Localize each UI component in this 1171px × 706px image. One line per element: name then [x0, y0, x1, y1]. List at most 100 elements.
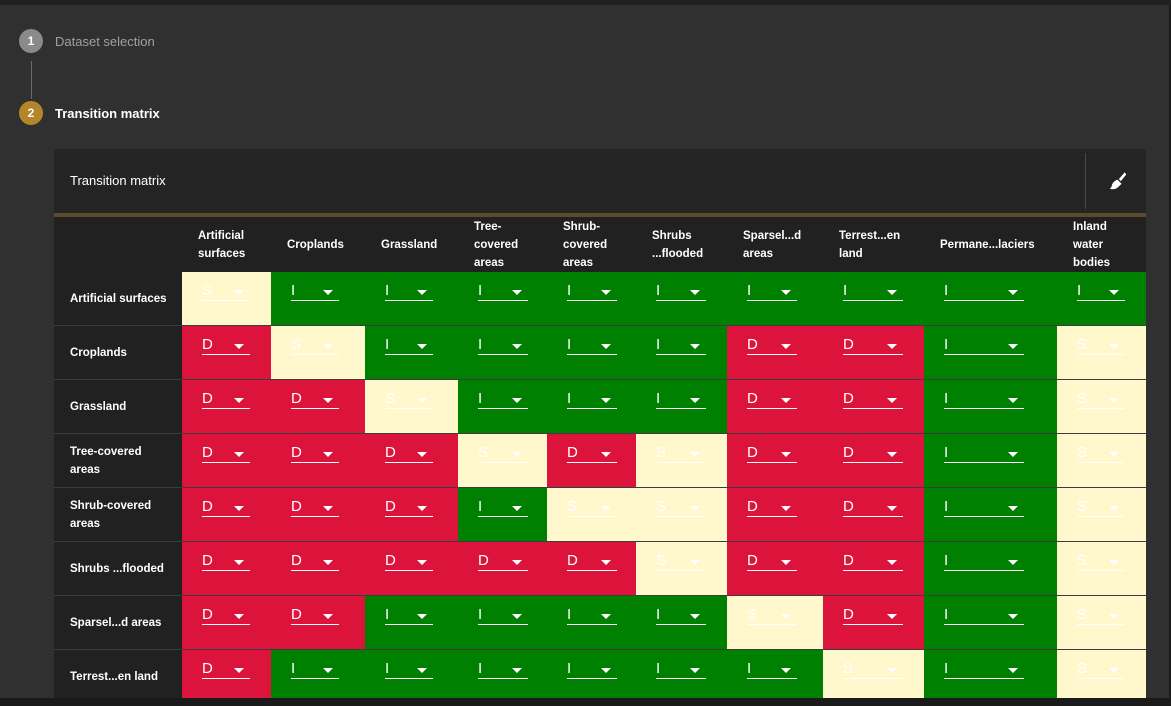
select-field[interactable]: S [656, 498, 706, 517]
clear-matrix-button[interactable] [1100, 165, 1134, 197]
transition-select[interactable]: I [636, 379, 727, 434]
transition-select[interactable]: I [547, 272, 636, 326]
transition-select[interactable]: I [271, 272, 365, 326]
select-field[interactable]: S [202, 282, 250, 301]
transition-select[interactable]: D [365, 541, 458, 596]
transition-select[interactable]: S [458, 433, 547, 488]
transition-select[interactable]: I [924, 487, 1057, 542]
transition-select[interactable]: D [365, 487, 458, 542]
select-field[interactable]: I [478, 606, 528, 625]
step-2-label[interactable]: Transition matrix [55, 106, 160, 121]
select-field[interactable]: I [291, 660, 339, 679]
transition-select[interactable]: I [636, 649, 727, 698]
select-field[interactable]: S [1077, 390, 1125, 409]
transition-select[interactable]: D [823, 541, 924, 596]
select-field[interactable]: D [385, 444, 433, 463]
select-field[interactable]: D [385, 498, 433, 517]
select-field[interactable]: I [944, 498, 1024, 517]
transition-select[interactable]: I [547, 379, 636, 434]
transition-select[interactable]: S [823, 649, 924, 698]
transition-select[interactable]: I [271, 649, 365, 698]
transition-select[interactable]: D [182, 595, 271, 650]
step-2-circle[interactable]: 2 [19, 101, 43, 125]
transition-select[interactable]: S [1057, 487, 1146, 542]
transition-select[interactable]: D [547, 433, 636, 488]
select-field[interactable]: I [944, 552, 1024, 571]
transition-select[interactable]: D [727, 487, 823, 542]
transition-select[interactable]: I [458, 595, 547, 650]
transition-select[interactable]: I [458, 379, 547, 434]
select-field[interactable]: S [656, 552, 706, 571]
select-field[interactable]: D [202, 336, 250, 355]
select-field[interactable]: I [385, 282, 433, 301]
transition-select[interactable]: D [823, 379, 924, 434]
step-1-circle[interactable]: 1 [19, 29, 43, 53]
transition-select[interactable]: S [1057, 325, 1146, 380]
transition-select[interactable]: I [636, 595, 727, 650]
select-field[interactable]: D [567, 552, 617, 571]
transition-select[interactable]: S [1057, 541, 1146, 596]
transition-select[interactable]: I [924, 649, 1057, 698]
transition-select[interactable]: I [458, 325, 547, 380]
select-field[interactable]: D [202, 606, 250, 625]
select-field[interactable]: I [291, 282, 339, 301]
select-field[interactable]: D [747, 444, 797, 463]
select-field[interactable]: I [567, 660, 617, 679]
select-field[interactable]: I [478, 282, 528, 301]
transition-select[interactable]: I [823, 272, 924, 326]
select-field[interactable]: I [567, 282, 617, 301]
select-field[interactable]: D [291, 390, 339, 409]
select-field[interactable]: I [478, 390, 528, 409]
transition-select[interactable]: S [636, 541, 727, 596]
select-field[interactable]: I [944, 282, 1024, 301]
transition-select[interactable]: I [547, 649, 636, 698]
transition-select[interactable]: S [1057, 379, 1146, 434]
select-field[interactable]: I [747, 660, 797, 679]
select-field[interactable]: I [944, 606, 1024, 625]
select-field[interactable]: S [1077, 660, 1125, 679]
select-field[interactable]: I [478, 336, 528, 355]
transition-select[interactable]: D [271, 433, 365, 488]
select-field[interactable]: D [747, 552, 797, 571]
transition-select[interactable]: D [182, 487, 271, 542]
step-1-label[interactable]: Dataset selection [55, 34, 155, 49]
transition-select[interactable]: D [547, 541, 636, 596]
select-field[interactable]: S [1077, 606, 1125, 625]
transition-select[interactable]: I [924, 272, 1057, 326]
transition-select[interactable]: I [1057, 272, 1146, 326]
select-field[interactable]: D [291, 498, 339, 517]
select-field[interactable]: I [944, 390, 1024, 409]
transition-select[interactable]: D [727, 379, 823, 434]
select-field[interactable]: S [747, 606, 797, 625]
transition-select[interactable]: D [271, 541, 365, 596]
select-field[interactable]: I [944, 336, 1024, 355]
transition-select[interactable]: I [924, 379, 1057, 434]
transition-select[interactable]: D [823, 325, 924, 380]
select-field[interactable]: I [478, 498, 528, 517]
transition-select[interactable]: S [547, 487, 636, 542]
transition-select[interactable]: D [727, 325, 823, 380]
transition-select[interactable]: S [1057, 595, 1146, 650]
select-field[interactable]: D [202, 444, 250, 463]
select-field[interactable]: D [291, 606, 339, 625]
transition-select[interactable]: D [182, 325, 271, 380]
select-field[interactable]: S [478, 444, 528, 463]
transition-select[interactable]: D [823, 595, 924, 650]
transition-select[interactable]: S [727, 595, 823, 650]
select-field[interactable]: D [747, 390, 797, 409]
select-field[interactable]: I [656, 606, 706, 625]
select-field[interactable]: I [944, 444, 1024, 463]
transition-select[interactable]: I [458, 649, 547, 698]
select-field[interactable]: S [656, 444, 706, 463]
select-field[interactable]: I [385, 606, 433, 625]
select-field[interactable]: I [747, 282, 797, 301]
select-field[interactable]: I [385, 336, 433, 355]
transition-select[interactable]: S [636, 433, 727, 488]
transition-select[interactable]: I [924, 325, 1057, 380]
transition-select[interactable]: S [365, 379, 458, 434]
transition-select[interactable]: I [924, 541, 1057, 596]
select-field[interactable]: D [747, 498, 797, 517]
select-field[interactable]: D [202, 498, 250, 517]
select-field[interactable]: D [202, 660, 250, 679]
select-field[interactable]: I [567, 336, 617, 355]
